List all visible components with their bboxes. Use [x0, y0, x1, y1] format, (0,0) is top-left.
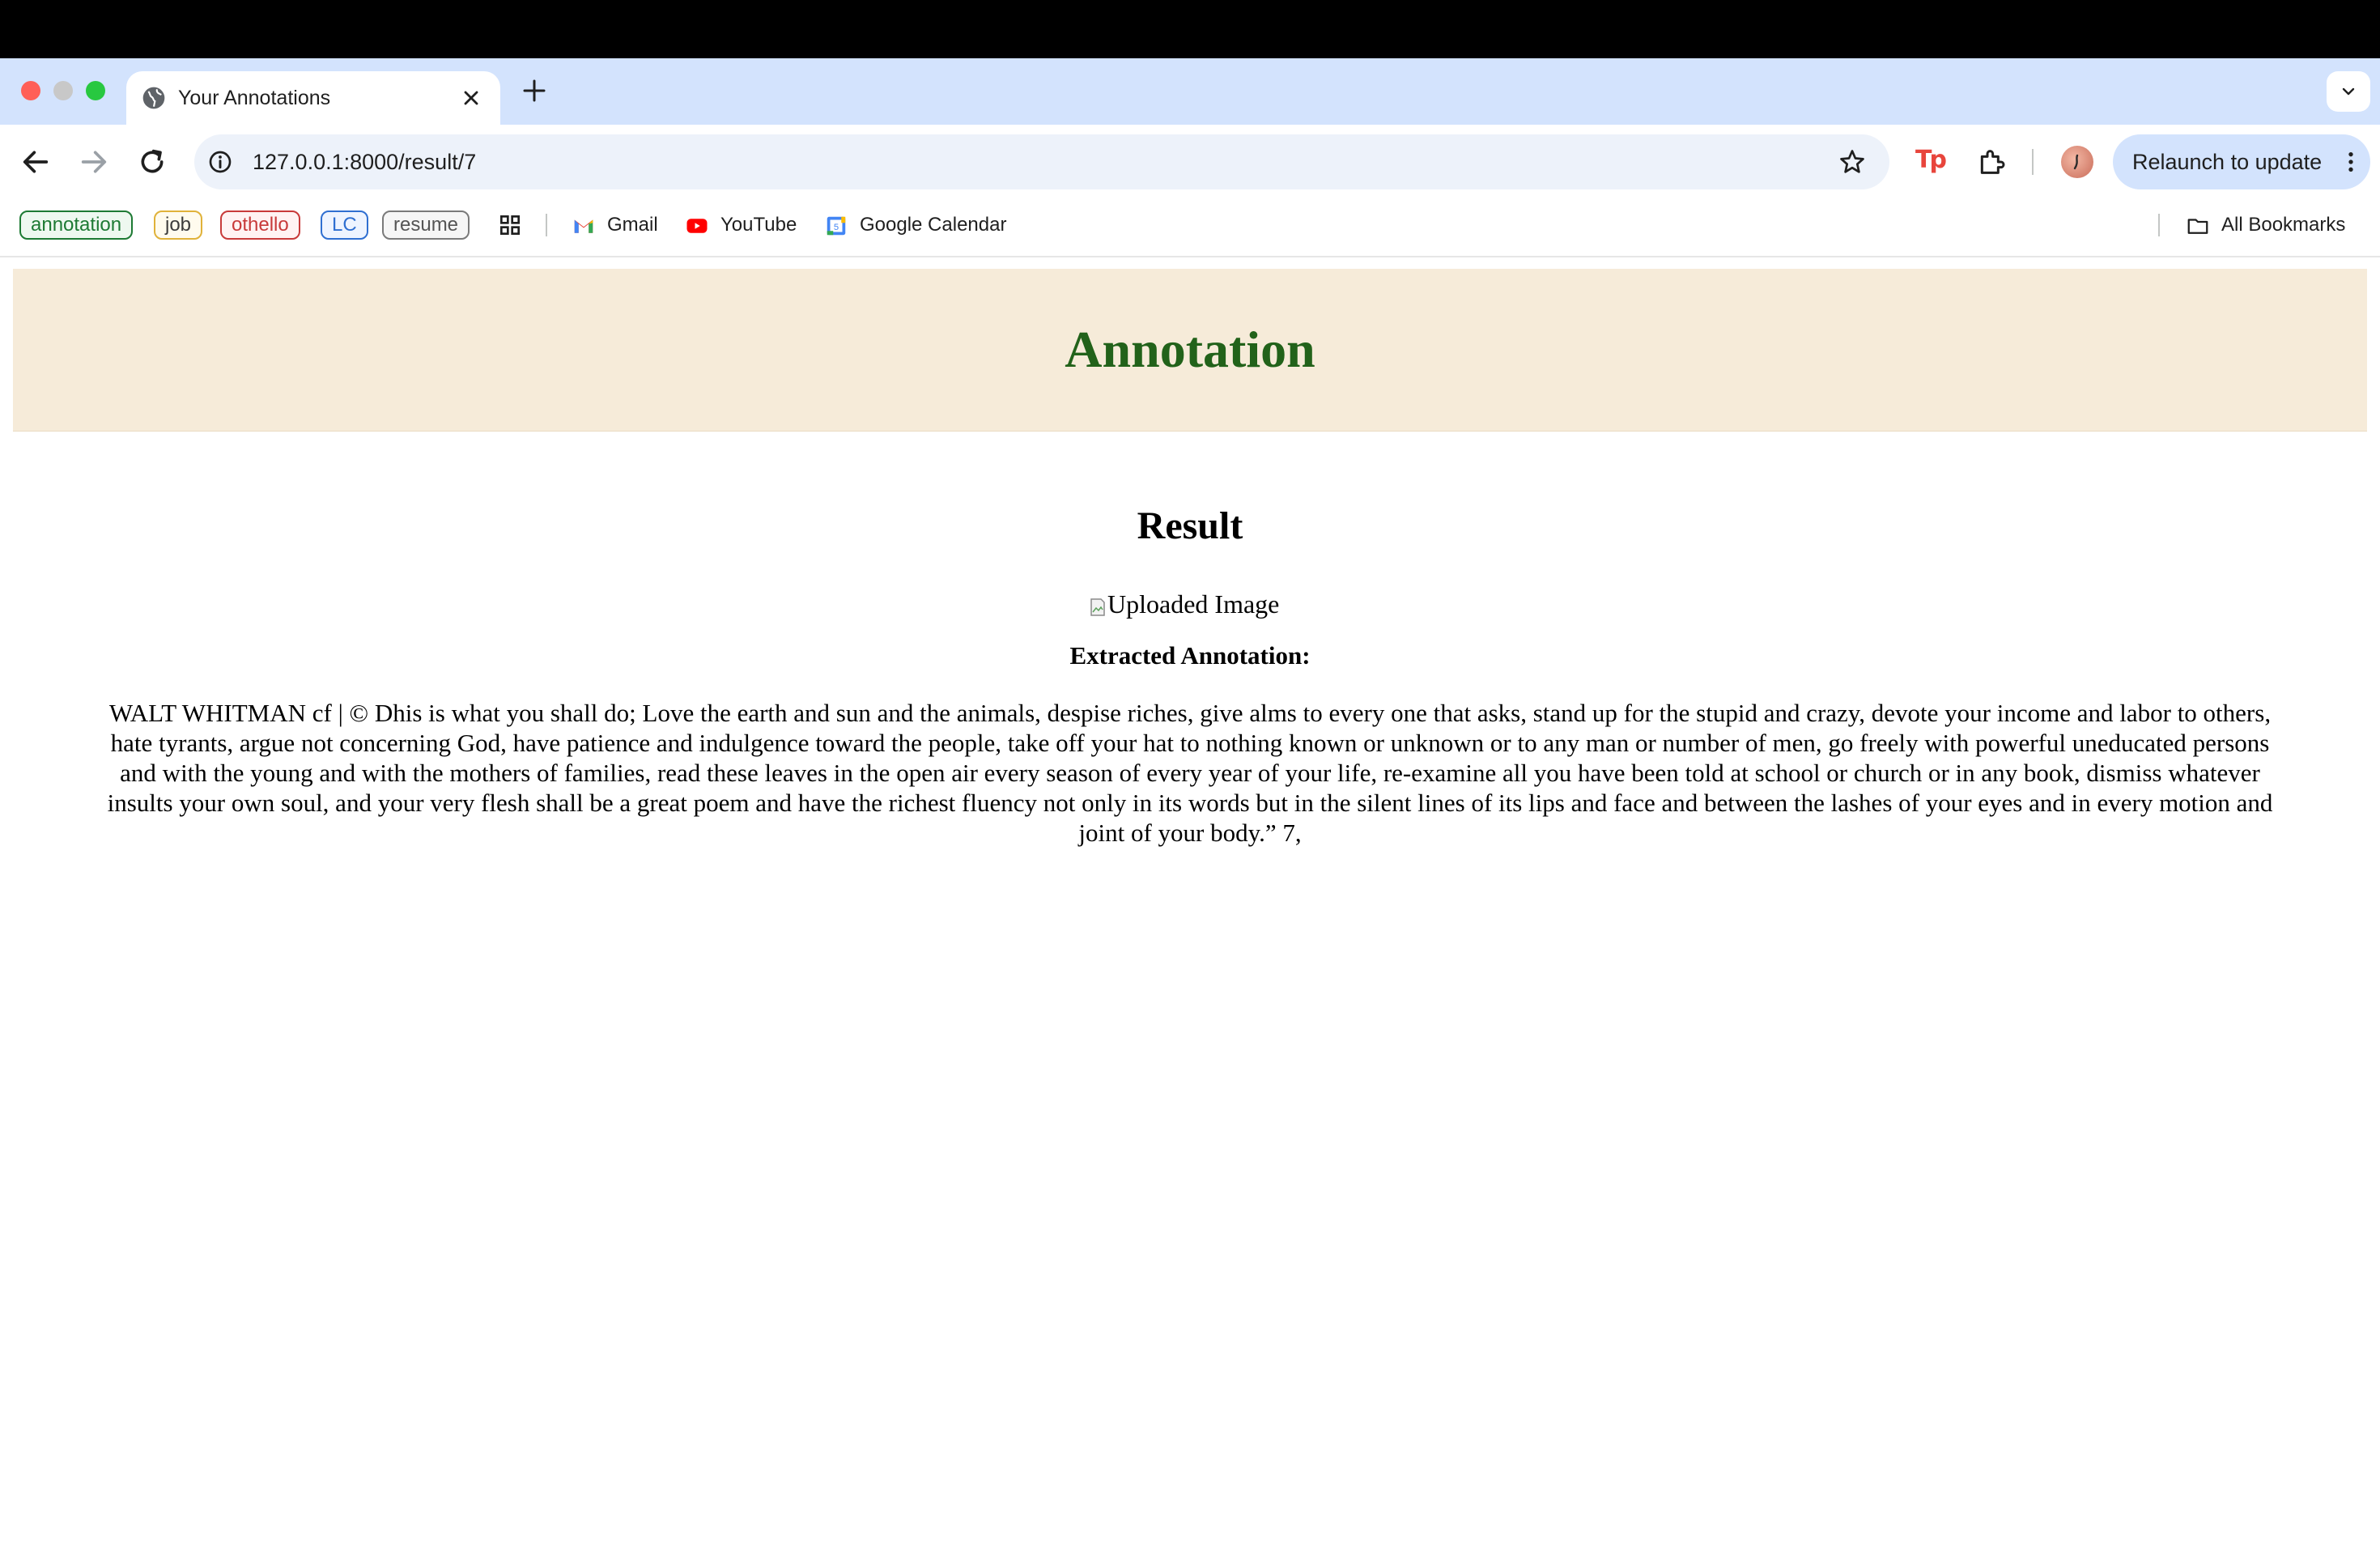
bookmark-chip-resume[interactable]: resume — [382, 211, 470, 240]
svg-text:5: 5 — [834, 223, 839, 232]
profile-photo-icon — [2073, 154, 2079, 170]
bookmark-chip-lc[interactable]: LC — [321, 211, 368, 240]
all-bookmarks-label: All Bookmarks — [2221, 214, 2346, 236]
uploaded-image: Uploaded Image — [1090, 583, 1279, 625]
page-title: Annotation — [1065, 321, 1315, 378]
bookmark-label: YouTube — [720, 214, 797, 236]
forward-arrow-icon[interactable] — [78, 146, 110, 178]
bookmark-chip-othello[interactable]: othello — [220, 211, 300, 240]
back-arrow-icon[interactable] — [19, 146, 52, 178]
tab-title: Your Annotations — [178, 87, 331, 109]
window-minimize-button[interactable] — [53, 81, 73, 100]
folder-icon — [2187, 219, 2208, 234]
toolbar-divider — [2032, 149, 2034, 175]
more-vert-icon — [2348, 152, 2353, 172]
close-icon[interactable] — [460, 87, 482, 109]
chevron-down-icon — [2342, 87, 2355, 96]
address-url[interactable]: 127.0.0.1:8000/result/7 — [253, 134, 476, 189]
extracted-annotation-label: Extracted Annotation: — [1069, 641, 1311, 670]
result-heading: Result — [1137, 504, 1243, 547]
calendar-icon: 5 — [827, 216, 846, 236]
extensions-puzzle-icon[interactable] — [1975, 146, 2008, 178]
bookmark-label: Gmail — [607, 214, 658, 236]
window-maximize-button[interactable] — [86, 81, 105, 100]
tab-your-annotations[interactable]: Your Annotations — [126, 71, 500, 125]
uploaded-image-alt: Uploaded Image — [1107, 589, 1280, 619]
page-header: Annotation — [13, 269, 2367, 432]
bookmark-chip-job[interactable]: job — [154, 211, 203, 240]
extracted-annotation-text: WALT WHITMAN cf | © Dhis is what you sha… — [107, 699, 2273, 847]
globe-icon — [142, 87, 165, 109]
apps-grid-icon[interactable] — [497, 212, 523, 238]
new-tab-plus-icon[interactable] — [520, 76, 549, 105]
youtube-icon — [686, 219, 708, 233]
broken-image-icon — [1090, 598, 1105, 616]
bookmark-chip-annotation[interactable]: annotation — [19, 211, 134, 240]
bookmarks-divider — [546, 214, 547, 236]
extension-tp-icon[interactable]: Tp — [1915, 146, 1947, 174]
bookmarks-divider-right — [2158, 214, 2160, 236]
system-top-bar — [0, 0, 2380, 58]
bookmark-label: Google Calendar — [860, 214, 1007, 236]
window-close-button[interactable] — [21, 81, 40, 100]
profile-avatar[interactable] — [2061, 146, 2093, 178]
relaunch-label: Relaunch to update — [2132, 150, 2323, 174]
relaunch-to-update-button[interactable]: Relaunch to update — [2113, 134, 2370, 189]
bookmark-star-icon[interactable] — [1838, 147, 1867, 176]
gmail-icon — [574, 219, 593, 233]
reload-icon[interactable] — [136, 146, 168, 178]
tab-search-button[interactable] — [2327, 71, 2370, 112]
address-bar[interactable]: 127.0.0.1:8000/result/7 — [194, 134, 1889, 189]
site-info-icon[interactable] — [207, 149, 233, 175]
